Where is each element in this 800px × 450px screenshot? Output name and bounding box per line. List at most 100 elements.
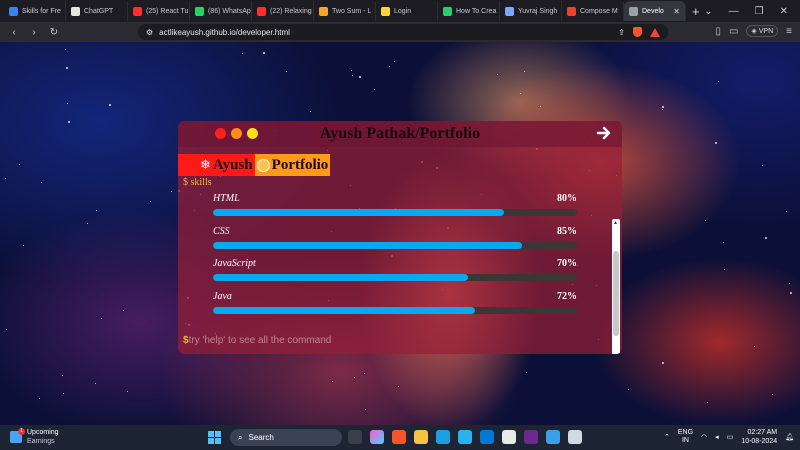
browser-tab[interactable]: Yuvraj Singh	[500, 1, 562, 21]
start-button[interactable]	[208, 431, 221, 444]
volume-icon[interactable]: ◂	[715, 433, 719, 441]
browser-tab[interactable]: (86) WhatsAp	[190, 1, 252, 21]
star	[365, 409, 366, 410]
browser-tab[interactable]: (25) React Tu	[128, 1, 190, 21]
forward-button[interactable]: ›	[28, 27, 40, 38]
tab-search-icon[interactable]: ⌄	[704, 6, 712, 17]
tab-favicon-icon	[629, 6, 638, 16]
maximize-button[interactable]: ❐	[755, 6, 764, 17]
star	[772, 394, 773, 395]
brave-rewards-icon[interactable]	[650, 27, 660, 37]
tab-label: Two Sum - L	[332, 7, 372, 15]
browser-tab[interactable]: How To Crea	[438, 1, 500, 21]
star	[286, 71, 287, 72]
taskbar-search[interactable]: ⌕ Search	[230, 429, 342, 446]
notification-bell-icon[interactable]: 🔔︎	[785, 433, 794, 441]
browser-tab[interactable]: Two Sum - L	[314, 1, 376, 21]
star	[524, 71, 525, 72]
copilot-icon[interactable]	[370, 430, 384, 444]
browser-tab[interactable]: Skills for Fre	[4, 1, 66, 21]
skills-list[interactable]: HTML80%CSS85%JavaScript70%Java72%mysql85…	[213, 193, 577, 323]
close-tab-icon[interactable]: ✕	[673, 7, 680, 16]
skill-percent: 85%	[557, 225, 577, 237]
store-icon[interactable]	[458, 430, 472, 444]
app-icon[interactable]	[502, 430, 516, 444]
input-placeholder: try 'help' to see all the command	[188, 335, 332, 346]
wallet-icon[interactable]: ▭	[729, 26, 738, 37]
star	[786, 211, 787, 212]
browser-tab[interactable]: Compose M	[562, 1, 624, 21]
scroll-up-icon[interactable]: ▲	[613, 220, 618, 226]
star	[19, 164, 20, 165]
address-bar[interactable]: ⚙ actlikeayush.github.io/developer.html …	[138, 24, 668, 40]
tab-label: Yuvraj Singh	[518, 7, 558, 15]
intellij-icon[interactable]	[524, 430, 538, 444]
widget-title: Upcoming	[27, 429, 59, 436]
stocks-icon: 1	[10, 428, 25, 443]
sidebar-icon[interactable]: ▯	[715, 26, 721, 37]
clock[interactable]: 02:27 AM 10-08-2024	[741, 428, 777, 446]
brave-icon[interactable]	[392, 430, 406, 444]
vscode-icon[interactable]	[480, 430, 494, 444]
star	[6, 329, 7, 330]
site-info-icon[interactable]: ⚙	[146, 28, 153, 37]
browser-tab[interactable]: (22) Relaxing	[252, 1, 314, 21]
url-text: actlikeayush.github.io/developer.html	[159, 27, 290, 37]
star	[364, 373, 365, 374]
back-button[interactable]: ‹	[8, 27, 20, 38]
wifi-icon[interactable]: ◠	[701, 433, 707, 441]
browser-icon[interactable]	[546, 430, 560, 444]
skill-name: JavaScript	[213, 258, 256, 269]
skill-name: Java	[213, 290, 232, 302]
browser-tab[interactable]: Develo ✕	[624, 1, 686, 21]
star	[765, 237, 767, 239]
skill-bar-fill	[213, 274, 468, 281]
skill-percent: 80%	[557, 193, 577, 204]
menu-icon[interactable]: ≡	[786, 26, 792, 37]
star	[374, 89, 375, 90]
tab-favicon-icon	[195, 6, 204, 16]
share-icon[interactable]: ⇪	[618, 28, 625, 37]
pinned-apps	[348, 430, 582, 444]
file-explorer-icon[interactable]	[414, 430, 428, 444]
skill-bar-fill	[213, 306, 476, 314]
chevron-up-icon[interactable]: ⌃	[664, 433, 670, 441]
skill-name: CSS	[213, 225, 230, 237]
edge-icon[interactable]	[436, 430, 450, 444]
star	[352, 75, 353, 76]
new-tab-button[interactable]: +	[692, 4, 700, 19]
command-input[interactable]: $try 'help' to see all the command	[183, 335, 331, 346]
tab-label: (22) Relaxing	[270, 7, 312, 15]
vpn-button[interactable]: ◈ VPN	[746, 25, 779, 37]
tab-favicon-icon	[567, 6, 576, 16]
skill-bar-track	[213, 274, 577, 281]
close-window-button[interactable]: ✕	[780, 6, 788, 17]
notepad-icon[interactable]	[568, 430, 582, 444]
skill-bar-track	[213, 306, 577, 314]
tab-label: (86) WhatsAp	[208, 7, 251, 15]
terminal-window: Ayush Pathak/Portfolio ❄ Ayush Portfolio…	[178, 121, 622, 354]
star	[310, 111, 311, 112]
star	[394, 61, 395, 62]
star	[23, 245, 24, 246]
battery-icon[interactable]: ▭	[727, 433, 734, 441]
star	[662, 106, 664, 108]
brand-banner: ❄ Ayush Portfolio	[178, 154, 331, 176]
arrow-right-icon[interactable]	[596, 125, 612, 141]
system-tray: ⌃ ENG IN ◠ ◂ ▭ 02:27 AM 10-08-2024 🔔︎	[664, 428, 794, 446]
task-view-icon[interactable]	[348, 430, 362, 444]
scroll-thumb[interactable]	[613, 251, 619, 336]
browser-tab[interactable]: ChatGPT	[66, 1, 128, 21]
language-indicator[interactable]: ENG IN	[678, 429, 693, 445]
minimize-button[interactable]: —	[729, 6, 739, 17]
star	[762, 165, 763, 166]
scrollbar[interactable]: ▲ ▼	[612, 219, 620, 354]
skill-percent: 72%	[557, 290, 577, 302]
brave-shields-icon[interactable]	[633, 27, 642, 37]
reload-button[interactable]: ↻	[48, 27, 60, 38]
browser-toolbar: ‹ › ↻ ⌑ ⚙ actlikeayush.github.io/develop…	[0, 22, 800, 42]
widgets-button[interactable]: 1 Upcoming Earnings	[10, 428, 59, 446]
prompt-symbol: $	[183, 177, 188, 188]
browser-tab[interactable]: Login	[376, 1, 438, 21]
tab-favicon-icon	[133, 6, 142, 16]
